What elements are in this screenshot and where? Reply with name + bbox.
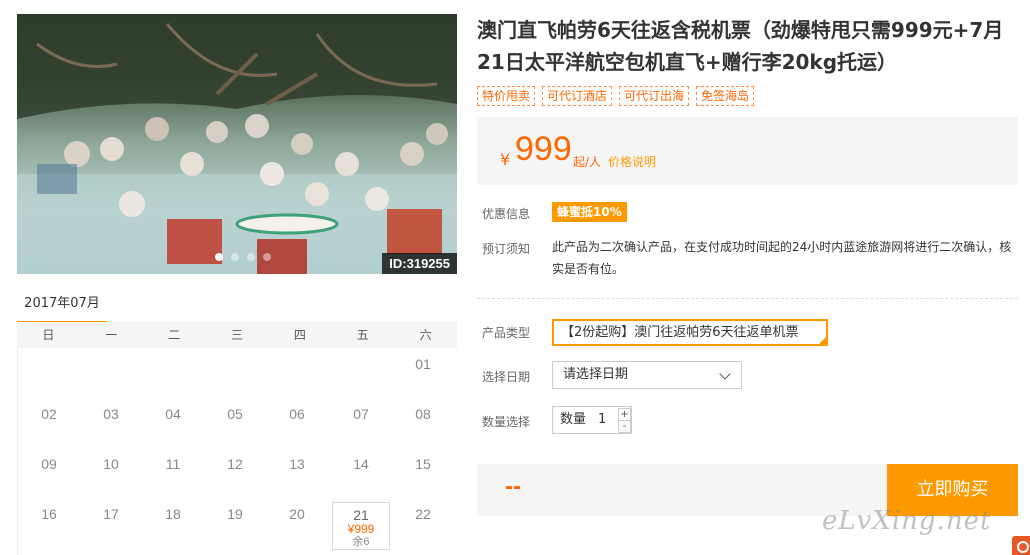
weekday-label: 四 xyxy=(293,328,306,342)
calendar-day: 15 xyxy=(394,448,452,496)
calendar-day: 18 xyxy=(144,498,202,546)
calendar-day: 03 xyxy=(82,398,140,446)
price-box: ¥ 999 起/人 价格说明 xyxy=(477,117,1018,185)
feedback-widget-icon[interactable] xyxy=(1012,536,1030,555)
product-photo[interactable]: ID:319255 xyxy=(17,14,457,274)
product-type-label: 产品类型 xyxy=(482,326,531,340)
calendar-day-number: 15 xyxy=(415,456,431,472)
calendar-day: 01 xyxy=(394,348,452,396)
total-price: -- xyxy=(505,473,521,500)
calendar-day-price: ¥999 xyxy=(347,522,375,536)
site-watermark: eLvXing.net xyxy=(822,506,992,536)
calendar-day: 05 xyxy=(206,398,264,446)
calendar-day-number: 21 xyxy=(353,507,369,523)
price-description-link[interactable]: 价格说明 xyxy=(608,153,656,170)
calendar-day-number: 07 xyxy=(353,406,369,422)
calendar-day-number: 10 xyxy=(103,456,119,472)
chevron-down-icon xyxy=(719,368,731,380)
date-label: 选择日期 xyxy=(482,370,531,384)
calendar-day-number: 14 xyxy=(353,456,369,472)
photo-scene xyxy=(17,14,457,274)
weekday-label: 日 xyxy=(42,328,55,342)
calendar-day-number: 22 xyxy=(415,506,431,522)
calendar-day: 16 xyxy=(20,498,78,546)
calendar-day-number: 02 xyxy=(41,406,57,422)
weekday-label: 五 xyxy=(356,328,369,342)
slide-dot[interactable] xyxy=(215,253,223,261)
section-divider xyxy=(477,298,1018,299)
calendar-day-number: 16 xyxy=(41,506,57,522)
quantity-input[interactable]: 1 xyxy=(598,407,606,433)
calendar-day-number: 19 xyxy=(227,506,243,522)
booking-notice: 此产品为二次确认产品，在支付成功时间起的24小时内蓝途旅游网将进行二次确认，核实… xyxy=(552,240,1012,276)
calendar-day-number: 13 xyxy=(289,456,305,472)
quantity-label: 数量选择 xyxy=(482,415,531,429)
calendar-day: 10 xyxy=(82,448,140,496)
calendar-day: 02 xyxy=(20,398,78,446)
selected-corner-icon xyxy=(819,337,826,344)
calendar-day: 09 xyxy=(20,448,78,496)
calendar-day: 07 xyxy=(332,398,390,446)
calendar-day[interactable]: 21 ¥999 余6 xyxy=(332,502,390,550)
calendar-day: 13 xyxy=(268,448,326,496)
weekday-label: 三 xyxy=(231,328,244,342)
weekday-label: 二 xyxy=(168,328,181,342)
calendar-day-stock: 余6 xyxy=(352,536,370,548)
price-currency: ¥ xyxy=(500,150,511,169)
product-tag: 特价甩卖 xyxy=(477,86,536,106)
product-tags: 特价甩卖 可代订酒店 可代订出海 免签海岛 xyxy=(477,86,755,106)
quantity-minus-button[interactable]: - xyxy=(618,420,631,433)
slide-dot[interactable] xyxy=(263,253,271,261)
calendar-day: 19 xyxy=(206,498,264,546)
calendar-day-number: 11 xyxy=(165,456,181,472)
calendar-day: 20 xyxy=(268,498,326,546)
calendar-day: 22 xyxy=(394,498,452,546)
calendar-header: 2017年07月 xyxy=(17,288,457,324)
calendar-day-number: 17 xyxy=(103,506,119,522)
product-type-value: 【2份起购】澳门往返帕劳6天往返单机票 xyxy=(561,325,799,340)
product-tag: 可代订出海 xyxy=(619,86,690,106)
product-tag: 可代订酒店 xyxy=(542,86,613,106)
calendar-day-number: 04 xyxy=(165,406,181,422)
calendar-day-number: 18 xyxy=(165,506,181,522)
calendar-day: 04 xyxy=(144,398,202,446)
calendar-day-number: 12 xyxy=(227,456,243,472)
calendar-day-number: 05 xyxy=(227,406,243,422)
calendar-day: 06 xyxy=(268,398,326,446)
quantity-inner-label: 数量 xyxy=(560,412,587,427)
price-unit: 起/人 xyxy=(573,155,602,169)
product-tag: 免签海岛 xyxy=(696,86,755,106)
calendar-grid: 01 02 03 04 05 06 07 08 09 10 11 12 13 14 15 16 17 18 19 20… xyxy=(17,348,457,555)
quantity-stepper: 数量 1 + - xyxy=(552,406,632,434)
slide-dot[interactable] xyxy=(231,253,239,261)
calendar-day-number: 06 xyxy=(289,406,305,422)
slide-dot[interactable] xyxy=(247,253,255,261)
calendar-day-number: 08 xyxy=(415,406,431,422)
product-type-option[interactable]: 【2份起购】澳门往返帕劳6天往返单机票 xyxy=(552,319,828,346)
calendar-day: 11 xyxy=(144,448,202,496)
notice-label: 预订须知 xyxy=(482,242,531,256)
calendar-day: 17 xyxy=(82,498,140,546)
calendar-day: 08 xyxy=(394,398,452,446)
calendar-weekday-row: 日一二三四五六 xyxy=(17,322,457,348)
photo-id-label: ID:319255 xyxy=(382,253,457,274)
weekday-label: 一 xyxy=(105,328,118,342)
calendar-day: 12 xyxy=(206,448,264,496)
calendar-day: 14 xyxy=(332,448,390,496)
slide-dots xyxy=(215,253,271,261)
date-select[interactable]: 请选择日期 xyxy=(552,361,742,389)
product-title: 澳门直飞帕劳6天往返含税机票（劲爆特甩只需999元+7月21日太平洋航空包机直飞… xyxy=(477,18,1004,74)
discount-badge: 蜂蜜抵10% xyxy=(552,202,627,222)
calendar-day-number: 01 xyxy=(415,356,431,372)
discount-label: 优惠信息 xyxy=(482,207,531,221)
date-select-placeholder: 请选择日期 xyxy=(563,367,629,382)
calendar-day-number: 20 xyxy=(289,506,305,522)
calendar-day-number: 09 xyxy=(41,456,57,472)
price-amount: 999 xyxy=(515,130,572,168)
calendar-month-tab[interactable]: 2017年07月 xyxy=(17,288,107,324)
calendar-day-number: 03 xyxy=(103,406,119,422)
weekday-label: 六 xyxy=(419,328,432,342)
